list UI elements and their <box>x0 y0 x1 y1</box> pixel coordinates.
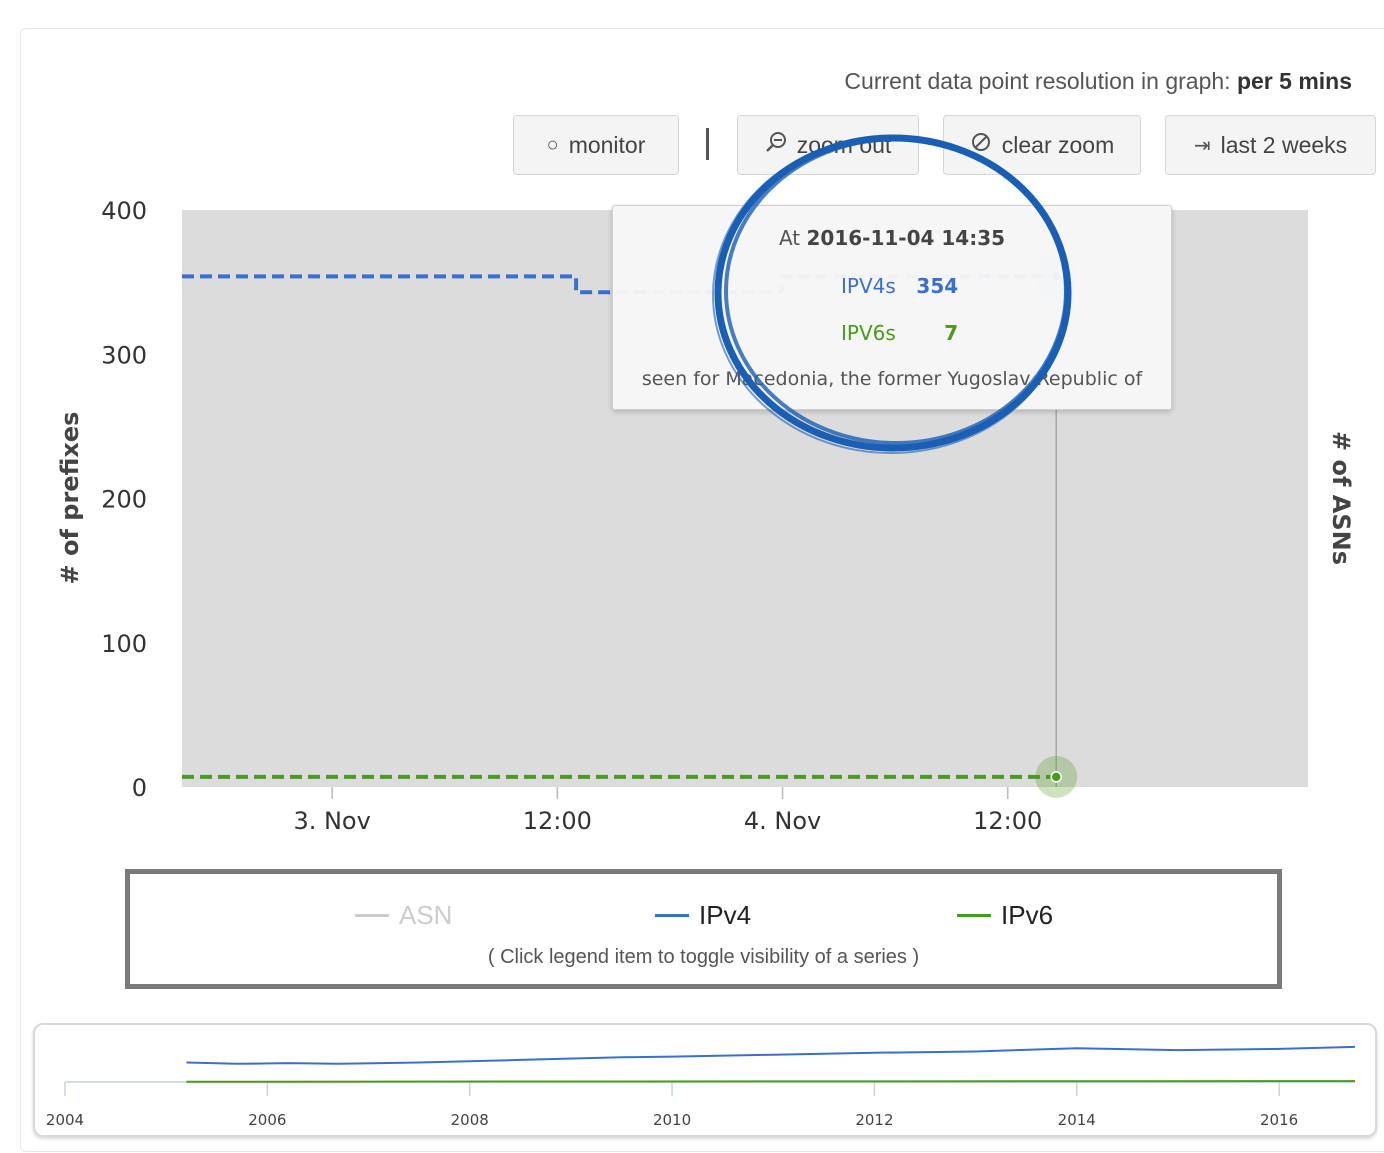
legend-swatch-ipv6 <box>957 914 991 917</box>
tooltip-timestamp: 2016-11-04 14:35 <box>806 226 1006 250</box>
y-axis-ticks: 0 100 200 300 400 <box>101 197 147 802</box>
tooltip-title: At 2016-11-04 14:35 <box>613 226 1171 250</box>
data-tooltip: At 2016-11-04 14:35 IPV4s 354 IPV6s 7 se… <box>612 205 1172 410</box>
y-axis-title: # of prefixes <box>56 412 84 585</box>
legend-label-ipv6: IPv6 <box>1001 900 1054 930</box>
y-tick-label: 200 <box>101 486 147 514</box>
x-tick-label: 4. Nov <box>744 807 821 835</box>
tooltip-ipv4-label: IPV4s <box>841 274 896 298</box>
legend-item-ipv4[interactable]: IPv4 <box>655 900 751 931</box>
legend-label-ipv4: IPv4 <box>699 900 752 930</box>
legend-hint: ( Click legend item to toggle visibility… <box>487 946 920 968</box>
legend: ASN IPv4 IPv6 ( Click legend item to tog… <box>125 869 1282 989</box>
tooltip-ipv6-label: IPV6s <box>841 321 896 345</box>
legend-swatch-ipv4 <box>655 914 689 917</box>
y-tick-label: 300 <box>101 341 147 369</box>
y-tick-label: 400 <box>101 197 147 225</box>
y-tick-label: 100 <box>101 630 147 658</box>
main-chart: 0 100 200 300 400 3. Nov 12:00 4. Nov 12:00 # o… <box>56 197 1355 835</box>
tooltip-row-ipv6: IPV6s 7 <box>613 321 1171 345</box>
x-axis-ticks: 3. Nov 12:00 4. Nov 12:00 <box>293 787 1042 835</box>
tooltip-ipv6-value: 7 <box>944 321 959 345</box>
y2-axis-title: # of ASNs <box>1327 431 1355 565</box>
tooltip-at-label: At <box>778 226 801 250</box>
hover-point-ipv6 <box>1050 771 1062 783</box>
navigator[interactable] <box>33 1023 1377 1137</box>
x-tick-label: 12:00 <box>973 807 1042 835</box>
tooltip-ipv4-value: 354 <box>916 274 959 298</box>
x-tick-label: 3. Nov <box>293 807 370 835</box>
legend-label-asn: ASN <box>399 900 453 930</box>
y-tick-label: 0 <box>132 774 147 802</box>
legend-item-asn[interactable]: ASN <box>355 900 452 931</box>
legend-item-ipv6[interactable]: IPv6 <box>957 900 1053 931</box>
tooltip-row-ipv4: IPV4s 354 <box>613 274 1171 298</box>
tooltip-footer: seen for Macedonia, the former Yugoslav … <box>641 368 1143 390</box>
x-tick-label: 12:00 <box>523 807 592 835</box>
legend-swatch-asn <box>355 914 389 917</box>
